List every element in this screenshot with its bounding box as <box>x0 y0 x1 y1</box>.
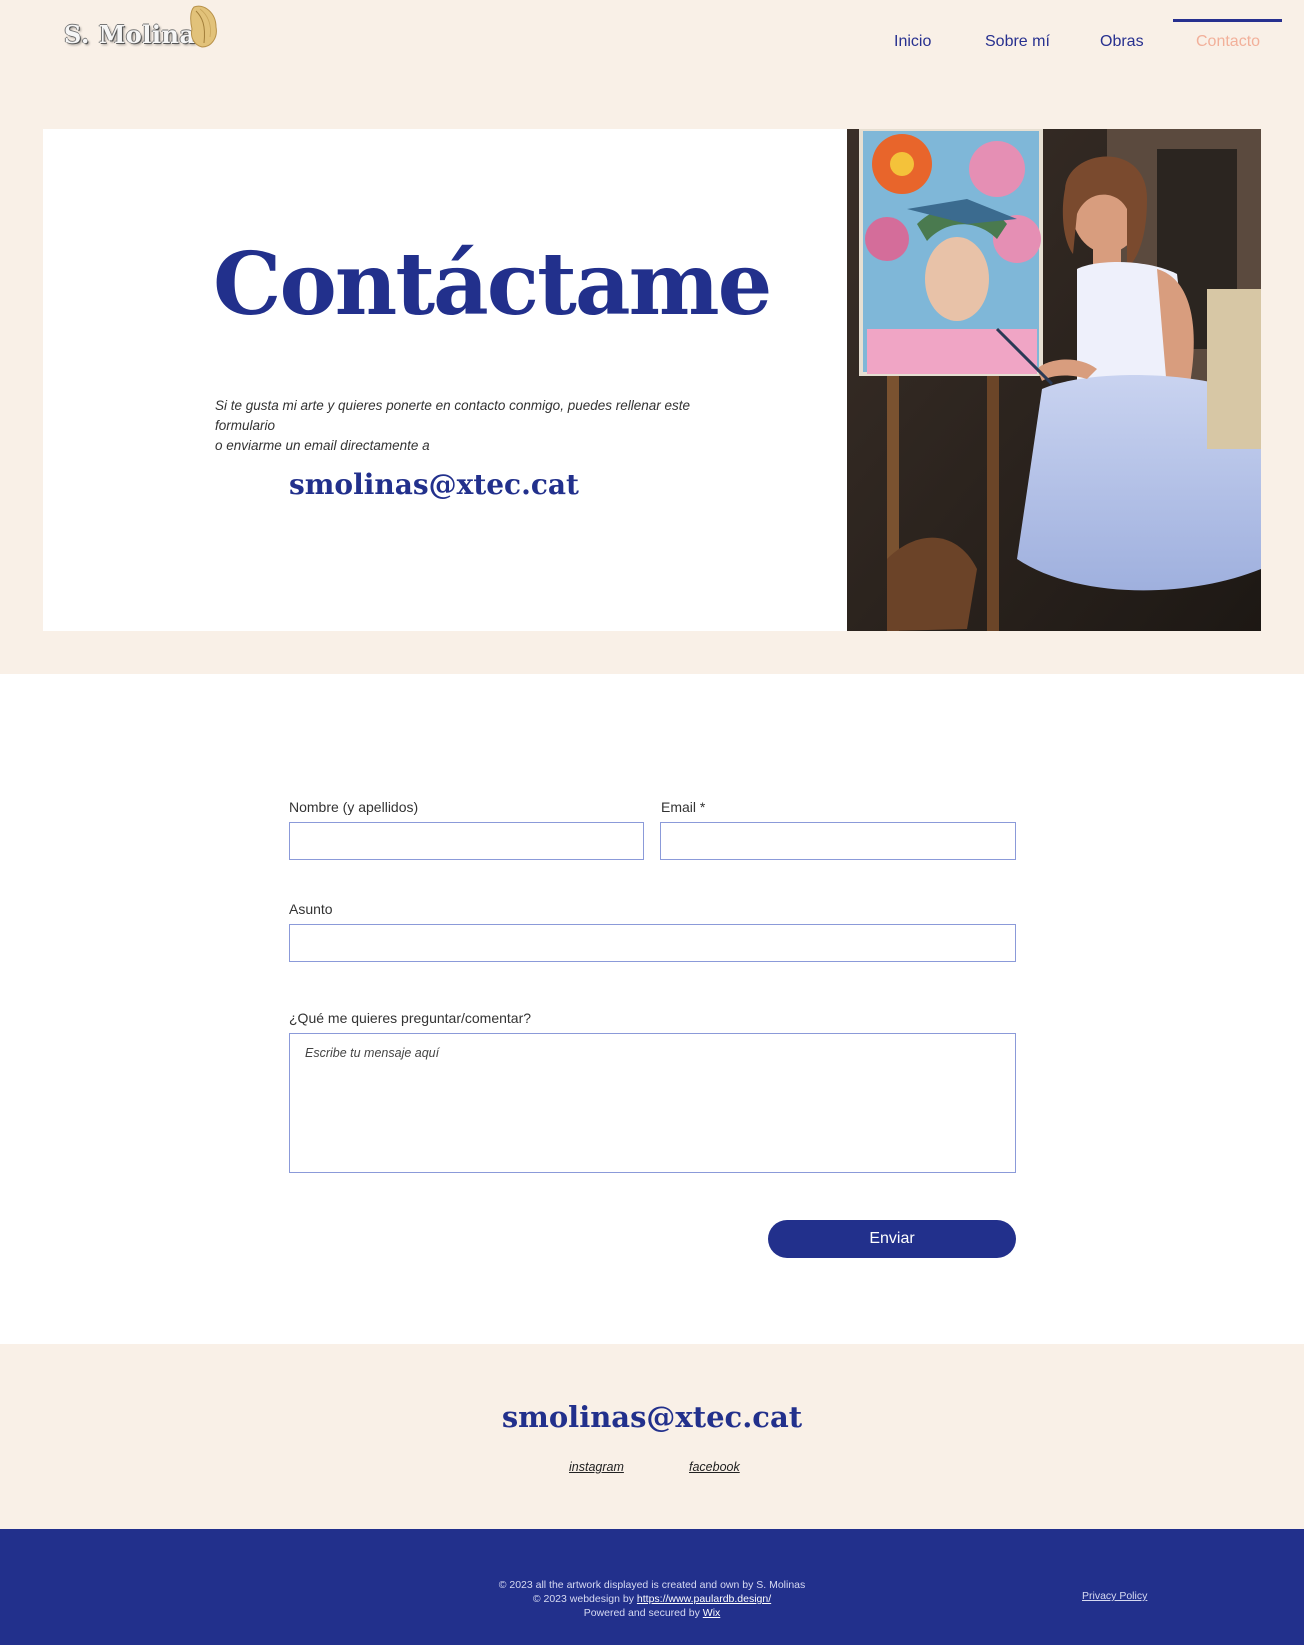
wix-link[interactable]: Wix <box>703 1607 721 1619</box>
hero-card: Contáctame Si te gusta mi arte y quieres… <box>43 129 847 631</box>
site-header: S. Molinas Inicio Sobre mí Obras Contact… <box>0 0 1304 90</box>
copyright-line-2-text: © 2023 webdesign by <box>532 1593 637 1605</box>
designer-link[interactable]: https://www.paulardb.design/ <box>637 1593 771 1605</box>
email-input[interactable] <box>660 822 1016 860</box>
site-logo[interactable]: S. Molinas <box>64 20 210 49</box>
subject-input[interactable] <box>289 924 1016 962</box>
message-label: ¿Qué me quieres preguntar/comentar? <box>289 1010 532 1026</box>
copyright-line-3-text: Powered and secured by <box>583 1607 703 1619</box>
submit-button[interactable]: Enviar <box>768 1220 1016 1258</box>
name-input[interactable] <box>289 822 644 860</box>
artist-painting-image <box>847 129 1261 631</box>
nav-obras[interactable]: Obras <box>1100 33 1144 51</box>
name-label: Nombre (y apellidos) <box>289 799 419 815</box>
page-title: Contáctame <box>213 234 772 335</box>
nav-contacto[interactable]: Contacto <box>1196 33 1260 51</box>
site-footer: © 2023 all the artwork displayed is crea… <box>0 1529 1304 1645</box>
instagram-link[interactable]: instagram <box>569 1460 624 1474</box>
hero-intro-line2: o enviarme un email directamente a <box>215 438 430 453</box>
butterfly-icon <box>190 5 217 48</box>
email-label: Email * <box>661 799 706 815</box>
hero-intro-line1: Si te gusta mi arte y quieres ponerte en… <box>215 398 691 433</box>
footer-email-link[interactable]: smolinas@xtec.cat <box>0 1400 1304 1434</box>
copyright-line-3: Powered and secured by Wix <box>0 1606 1304 1620</box>
privacy-policy-link[interactable]: Privacy Policy <box>1082 1590 1147 1602</box>
message-textarea[interactable]: Escribe tu mensaje aquí <box>289 1033 1016 1173</box>
message-placeholder: Escribe tu mensaje aquí <box>305 1046 440 1060</box>
nav-sobre-mi[interactable]: Sobre mí <box>985 33 1050 51</box>
artist-photo <box>847 129 1261 631</box>
subject-label: Asunto <box>289 901 333 917</box>
nav-active-indicator <box>1173 19 1282 22</box>
facebook-link[interactable]: facebook <box>689 1460 740 1474</box>
hero-intro: Si te gusta mi arte y quieres ponerte en… <box>215 396 735 456</box>
hero-email-link[interactable]: smolinas@xtec.cat <box>43 468 847 501</box>
contact-form-section <box>0 674 1304 1344</box>
nav-inicio[interactable]: Inicio <box>894 33 931 51</box>
